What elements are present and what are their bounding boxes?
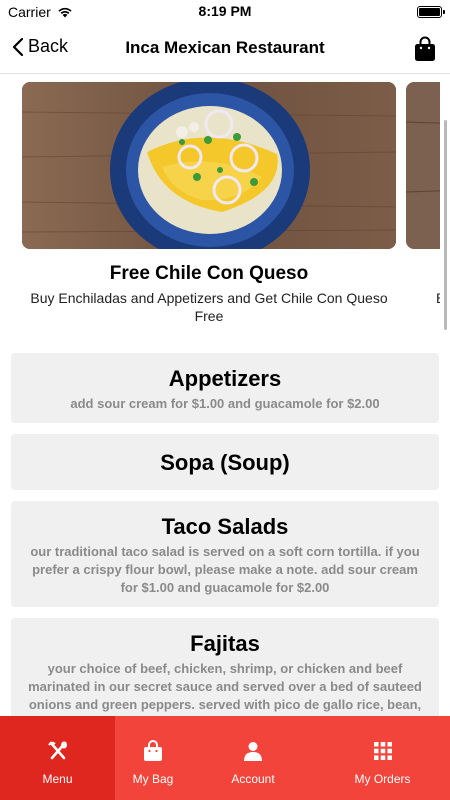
scroll-indicator [444, 120, 447, 330]
next-promo-image [406, 82, 440, 249]
battery-icon [417, 6, 445, 18]
tab-label: My Orders [354, 772, 411, 786]
battery-level [419, 8, 440, 16]
category-sopa[interactable]: Sopa (Soup) [11, 434, 439, 490]
status-time: 8:19 PM [198, 3, 252, 19]
category-description: your choice of beef, chicken, shrimp, or… [28, 661, 422, 712]
next-promo-card[interactable] [406, 82, 440, 249]
next-promo-description: B [436, 289, 440, 307]
category-name: Taco Salads [161, 514, 289, 539]
bag-icon [144, 740, 162, 761]
tab-my-bag[interactable]: My Bag [115, 716, 191, 800]
menu-category-list: Appetizers add sour cream for $1.00 and … [11, 353, 439, 735]
tab-label: Menu [42, 772, 73, 786]
shopping-bag-icon[interactable] [414, 36, 436, 62]
tab-label: Account [231, 772, 275, 786]
promo-description: Buy Enchiladas and Appetizers and Get Ch… [30, 290, 388, 324]
promo-title: Free Chile Con Queso [109, 263, 309, 284]
category-name: Fajitas [190, 631, 260, 656]
tab-menu[interactable]: Menu [0, 716, 115, 800]
category-description: add sour cream for $1.00 and guacamole f… [70, 396, 380, 411]
category-description: our traditional taco salad is served on … [30, 544, 420, 595]
tab-bar: Menu My Bag Account My Orders [0, 716, 450, 800]
promo-carousel[interactable]: Free Chile Con Queso Buy Enchiladas and … [0, 82, 440, 332]
category-name: Appetizers [168, 366, 282, 391]
promo-image [22, 82, 396, 249]
grid-icon [373, 742, 392, 760]
navigation-bar: Back Inca Mexican Restaurant [0, 26, 450, 74]
category-name: Sopa (Soup) [160, 450, 290, 475]
promo-card[interactable]: Free Chile Con Queso Buy Enchiladas and … [22, 82, 396, 325]
tab-my-orders[interactable]: My Orders [315, 716, 450, 800]
person-icon [244, 742, 262, 761]
category-appetizers[interactable]: Appetizers add sour cream for $1.00 and … [11, 353, 439, 423]
tab-account[interactable]: Account [191, 716, 315, 800]
category-taco-salads[interactable]: Taco Salads our traditional taco salad i… [11, 501, 439, 607]
status-bar: Carrier 8:19 PM [0, 0, 450, 24]
page-title: Inca Mexican Restaurant [125, 38, 325, 57]
category-fajitas[interactable]: Fajitas your choice of beef, chicken, sh… [11, 618, 439, 724]
enchilada-plate-image [22, 82, 396, 249]
fork-knife-icon [47, 741, 67, 760]
tab-label: My Bag [132, 772, 174, 786]
